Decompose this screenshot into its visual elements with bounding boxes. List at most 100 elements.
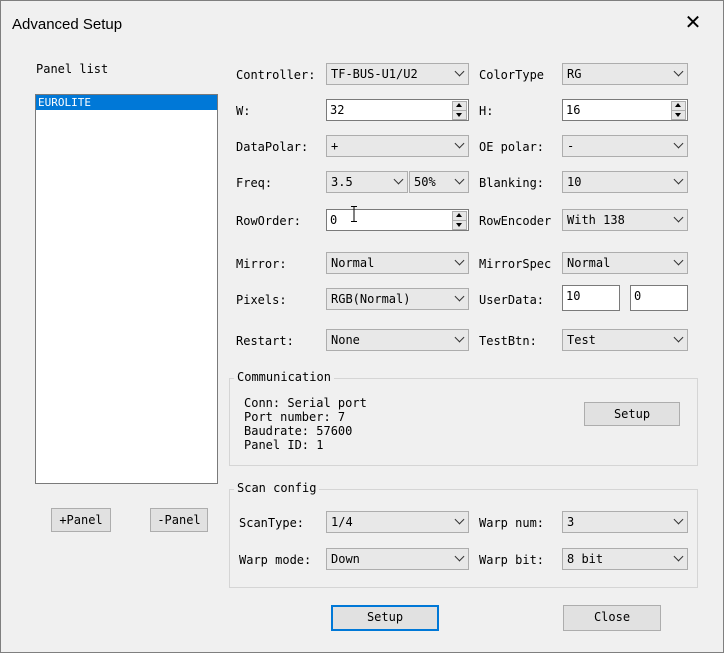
datapolar-label: DataPolar: (236, 140, 309, 154)
warpmode-label: Warp mode: (239, 553, 312, 567)
h-spin[interactable] (671, 101, 686, 120)
pixels-select[interactable]: RGB(Normal) (326, 288, 469, 310)
testbtn-label: TestBtn: (479, 334, 537, 348)
userdata-field-1[interactable]: 10 (562, 285, 620, 311)
warpbit-value: 8 bit (567, 552, 604, 566)
freq-select[interactable]: 3.5 (326, 171, 408, 193)
rowencoder-label: RowEncoder (479, 214, 552, 228)
w-spin[interactable] (452, 101, 467, 120)
chevron-down-icon (673, 212, 684, 223)
userdata-field-2[interactable]: 0 (630, 285, 688, 311)
controller-label: Controller: (236, 68, 316, 82)
chevron-down-icon (454, 332, 465, 343)
comm-baud: Baudrate: 57600 (244, 424, 353, 438)
mirrorspec-select[interactable]: Normal (562, 252, 688, 274)
spin-down-icon[interactable] (452, 220, 467, 230)
blanking-value: 10 (567, 175, 582, 189)
freq-label: Freq: (236, 176, 273, 190)
comm-setup-button[interactable]: Setup (584, 402, 680, 426)
restart-value: None (331, 333, 360, 347)
blanking-select[interactable]: 10 (562, 171, 688, 193)
w-stepper[interactable]: 32 (326, 99, 469, 121)
mirror-select[interactable]: Normal (326, 252, 469, 274)
userdata-value-1: 10 (566, 289, 581, 303)
close-icon[interactable]: ✕ (680, 12, 706, 36)
panel-list-label: Panel list (36, 62, 109, 76)
controller-select[interactable]: TF-BUS-U1/U2 (326, 63, 469, 85)
mirrorspec-value: Normal (567, 256, 611, 270)
roworder-label: RowOrder: (236, 214, 302, 228)
oepolar-label: OE polar: (479, 140, 545, 154)
h-value: 16 (566, 103, 581, 117)
roworder-spin[interactable] (452, 211, 467, 230)
text-cursor-icon (351, 206, 357, 222)
h-stepper[interactable]: 16 (562, 99, 688, 121)
communication-legend: Communication (234, 370, 334, 384)
chevron-down-icon (673, 138, 684, 149)
warpnum-label: Warp num: (479, 516, 545, 530)
chevron-down-icon (454, 138, 465, 149)
chevron-down-icon (673, 255, 684, 266)
w-label: W: (236, 104, 251, 118)
spin-down-icon[interactable] (671, 110, 686, 120)
freq-value: 3.5 (331, 175, 353, 189)
mirror-label: Mirror: (236, 257, 287, 271)
chevron-down-icon (454, 291, 465, 302)
duty-select[interactable]: 50% (409, 171, 469, 193)
warpbit-select[interactable]: 8 bit (562, 548, 688, 570)
duty-value: 50% (414, 175, 436, 189)
chevron-down-icon (393, 174, 404, 185)
chevron-down-icon (673, 174, 684, 185)
panel-listbox[interactable]: EUROLITE (35, 94, 218, 484)
comm-conn: Conn: Serial port (244, 396, 367, 410)
restart-select[interactable]: None (326, 329, 469, 351)
rowencoder-select[interactable]: With 138 (562, 209, 688, 231)
userdata-label: UserData: (479, 293, 545, 307)
chevron-down-icon (454, 66, 465, 77)
chevron-down-icon (673, 551, 684, 562)
warpnum-select[interactable]: 3 (562, 511, 688, 533)
rowencoder-value: With 138 (567, 213, 625, 227)
warpbit-label: Warp bit: (479, 553, 545, 567)
colortype-label: ColorType (479, 68, 545, 82)
chevron-down-icon (454, 174, 465, 185)
add-panel-button[interactable]: +Panel (51, 508, 111, 532)
remove-panel-button[interactable]: -Panel (150, 508, 208, 532)
roworder-stepper[interactable]: 0 (326, 209, 469, 231)
scan-config-group (229, 489, 698, 588)
mirrorspec-label: MirrorSpec (479, 257, 552, 271)
blanking-label: Blanking: (479, 176, 545, 190)
oepolar-value: - (567, 139, 575, 153)
oepolar-select[interactable]: - (562, 135, 688, 157)
warpmode-select[interactable]: Down (326, 548, 469, 570)
h-label: H: (479, 104, 494, 118)
roworder-value: 0 (330, 213, 338, 227)
restart-label: Restart: (236, 334, 294, 348)
chevron-down-icon (454, 514, 465, 525)
comm-panel-id: Panel ID: 1 (244, 438, 324, 452)
scantype-select[interactable]: 1/4 (326, 511, 469, 533)
colortype-select[interactable]: RG (562, 63, 688, 85)
pixels-label: Pixels: (236, 293, 287, 307)
scan-config-legend: Scan config (234, 481, 320, 495)
close-button[interactable]: Close (563, 605, 661, 631)
chevron-down-icon (673, 514, 684, 525)
list-item[interactable]: EUROLITE (36, 95, 217, 110)
pixels-value: RGB(Normal) (331, 292, 411, 306)
warpnum-value: 3 (567, 515, 575, 529)
chevron-down-icon (673, 332, 684, 343)
testbtn-value: Test (567, 333, 596, 347)
datapolar-select[interactable]: + (326, 135, 469, 157)
testbtn-select[interactable]: Test (562, 329, 688, 351)
userdata-value-2: 0 (634, 289, 642, 303)
chevron-down-icon (454, 255, 465, 266)
scantype-label: ScanType: (239, 516, 305, 530)
colortype-value: RG (567, 67, 582, 81)
datapolar-value: + (331, 139, 339, 153)
setup-button[interactable]: Setup (331, 605, 439, 631)
scantype-value: 1/4 (331, 515, 353, 529)
chevron-down-icon (454, 551, 465, 562)
mirror-value: Normal (331, 256, 375, 270)
spin-down-icon[interactable] (452, 110, 467, 120)
comm-port: Port number: 7 (244, 410, 346, 424)
